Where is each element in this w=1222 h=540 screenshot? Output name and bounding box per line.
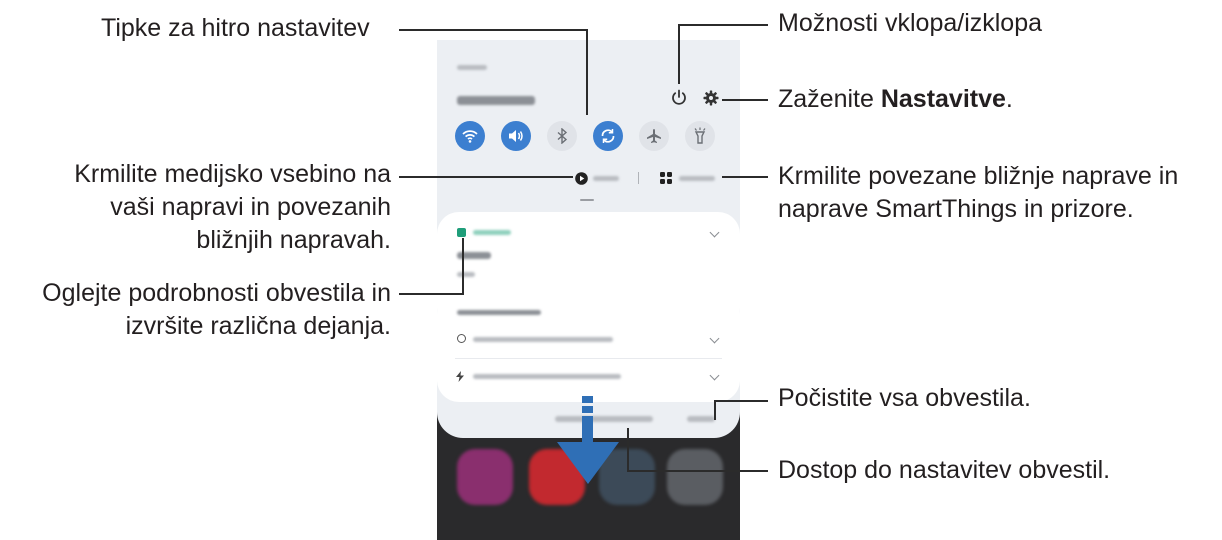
- gear-icon[interactable]: [699, 86, 723, 110]
- bluetooth-icon: [557, 128, 568, 144]
- flashlight-icon: [694, 127, 706, 144]
- callout-line: [722, 176, 768, 178]
- callout-line: [627, 428, 629, 472]
- android-system-text[interactable]: [473, 337, 613, 342]
- swipe-down-arrow-icon: [557, 442, 619, 484]
- label-power-options: Možnosti vklopa/izklopa: [778, 9, 1043, 37]
- chevron-down-icon[interactable]: [709, 333, 720, 344]
- callout-line: [714, 400, 768, 402]
- date-text: [457, 96, 535, 105]
- chevron-down-icon[interactable]: [709, 370, 720, 381]
- swipe-arrow-shaft: [582, 416, 593, 443]
- label-launch-settings: Zaženite Nastavitve.: [778, 85, 1013, 113]
- google-folder-app-icon[interactable]: [667, 449, 723, 505]
- airplane-mode-icon: [647, 129, 661, 143]
- media-play-icon[interactable]: [574, 171, 588, 185]
- callout-line: [678, 24, 680, 84]
- notification-panel: [437, 40, 740, 438]
- android-system-icon: [457, 334, 466, 343]
- power-icon[interactable]: [667, 86, 691, 110]
- flashlight-button[interactable]: [685, 121, 715, 151]
- quick-settings-bar: [447, 115, 732, 162]
- callout-line: [714, 400, 716, 420]
- callout-line: [678, 24, 768, 26]
- clear-all-button[interactable]: [687, 416, 715, 422]
- bluetooth-button[interactable]: [547, 121, 577, 151]
- swipe-arrow-segment: [582, 406, 593, 413]
- calendar-icon: [457, 228, 466, 237]
- wifi-button[interactable]: [455, 121, 485, 151]
- silent-notifications-card: [437, 292, 740, 402]
- label-notification-settings: Dostop do nastavitev obvestil.: [778, 456, 1111, 484]
- callout-line: [586, 29, 588, 115]
- callout-line: [399, 293, 464, 295]
- callout-line: [399, 176, 573, 178]
- devices-grid-icon[interactable]: [659, 171, 673, 185]
- callout-line: [627, 470, 768, 472]
- media-button-label[interactable]: [593, 176, 619, 181]
- media-devices-divider: [638, 172, 639, 184]
- calendar-app-name: [473, 230, 511, 235]
- panel-handle[interactable]: [580, 199, 594, 201]
- label-clear-all: Počistite vsa obvestila.: [778, 384, 1031, 412]
- wifi-icon: [462, 130, 478, 143]
- devices-button-label[interactable]: [679, 176, 715, 181]
- sound-button[interactable]: [501, 121, 531, 151]
- auto-rotate-button[interactable]: [593, 121, 623, 151]
- phone-screen: [437, 40, 740, 540]
- auto-rotate-icon: [601, 129, 615, 143]
- airplane-button[interactable]: [639, 121, 669, 151]
- callout-line: [722, 99, 768, 101]
- chevron-down-icon[interactable]: [709, 227, 720, 238]
- galaxy-store-app-icon[interactable]: [457, 449, 513, 505]
- label-device-control: Krmilite povezane bližnje naprave in nap…: [778, 162, 1179, 223]
- callout-line: [462, 238, 464, 295]
- label-notification-details: Oglejte podrobnosti obvestila in izvršit…: [42, 279, 391, 340]
- label-quick-settings: Tipke za hitro nastavitev: [101, 14, 370, 42]
- sound-icon: [509, 130, 523, 142]
- charging-icon: [455, 370, 465, 382]
- label-media-control: Krmilite medijsko vsebino na vaši naprav…: [74, 160, 391, 254]
- silent-notifications-header: [457, 310, 541, 315]
- calendar-event-time: [457, 272, 475, 277]
- status-time: [457, 65, 487, 70]
- divider: [455, 358, 722, 359]
- swipe-arrow-segment: [582, 396, 593, 403]
- charging-text[interactable]: [473, 374, 621, 379]
- callout-line: [399, 29, 587, 31]
- notification-settings-button[interactable]: [555, 416, 653, 422]
